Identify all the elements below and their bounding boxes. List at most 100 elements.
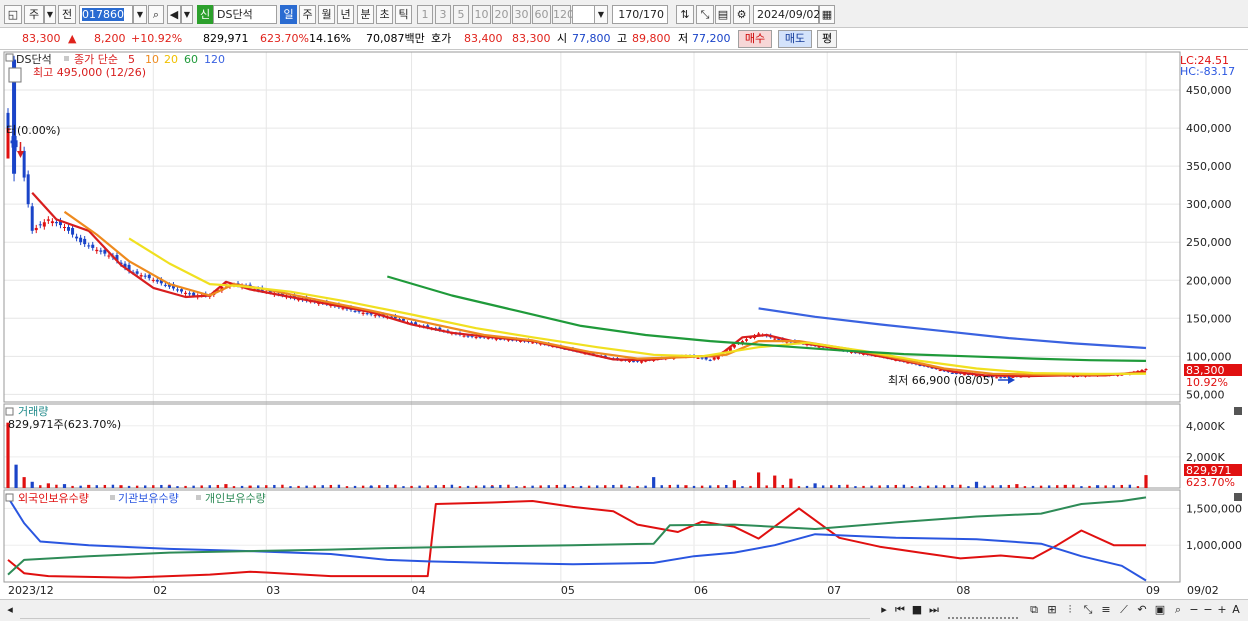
minute-option-30[interactable]: 30 xyxy=(512,5,531,24)
period-tick[interactable]: 틱 xyxy=(395,5,412,24)
period-day[interactable]: 일 xyxy=(280,5,297,24)
volume-bar xyxy=(676,484,680,488)
minute-option-10[interactable]: 10 xyxy=(472,5,491,24)
prev-button[interactable]: 전 xyxy=(58,5,76,24)
volume-bar xyxy=(144,485,147,488)
volume-bar xyxy=(563,484,567,488)
minute-option-3[interactable]: 3 xyxy=(435,5,451,24)
minute-option-60[interactable]: 60 xyxy=(532,5,551,24)
volume-bar xyxy=(402,486,405,488)
save-icon[interactable]: ▤ xyxy=(715,5,731,24)
candle-body xyxy=(26,174,30,205)
candle-body xyxy=(640,361,644,363)
candle-body xyxy=(631,361,635,363)
scroll-right-icon[interactable]: ▸ xyxy=(878,603,890,619)
bottom-scroll-bar: ◂ ▸ ⏮ ■ ⏭ ⧉ ⊞ ⫶ ⤡ ≡ ⟋ ↶ ▣ ⌕ − − + A xyxy=(0,599,1248,621)
buy-button[interactable]: 매수 xyxy=(738,30,772,48)
zoom-out-icon[interactable]: − xyxy=(1188,603,1200,619)
magnifier-icon[interactable]: ⌕ xyxy=(1170,603,1186,619)
fast-forward-icon[interactable]: ⏭ xyxy=(927,603,941,619)
period-minute[interactable]: 분 xyxy=(357,5,374,24)
volume-bar xyxy=(152,485,155,488)
layout-icon[interactable]: ◱ xyxy=(4,5,22,24)
volume-bar xyxy=(926,485,930,488)
minute-option-20[interactable]: 20 xyxy=(492,5,511,24)
stop-icon[interactable]: ■ xyxy=(910,603,924,619)
calendar-icon[interactable]: ▦ xyxy=(819,5,835,24)
copy-icon[interactable]: ⧉ xyxy=(1026,603,1042,619)
volume-bar xyxy=(482,485,486,488)
turnover-pct: 14.16% xyxy=(309,32,351,45)
image-icon[interactable]: ▣ xyxy=(1152,603,1168,619)
volume-bar xyxy=(46,483,50,488)
scroll-left-icon[interactable]: ◂ xyxy=(4,603,16,619)
trend-icon[interactable]: ⟋ xyxy=(1116,603,1132,619)
y-tick-label: 100,000 xyxy=(1186,350,1232,363)
x-tick-label: 06 xyxy=(694,584,708,597)
volume-bar xyxy=(756,472,761,488)
volume-bar xyxy=(967,486,970,488)
sell-button[interactable]: 매도 xyxy=(778,30,812,48)
scroll-track[interactable] xyxy=(20,603,870,619)
evaluation-button[interactable]: 평 xyxy=(817,30,837,48)
volume-bar xyxy=(426,485,429,488)
minute-option-120[interactable]: 120 xyxy=(552,5,574,24)
date-input[interactable]: 2024/09/02 xyxy=(753,5,820,24)
mode-selector[interactable]: 주 xyxy=(24,5,44,24)
volume-bar xyxy=(886,485,889,488)
zoom-slider[interactable] xyxy=(948,603,1018,619)
holders-close-icon[interactable] xyxy=(1234,493,1242,501)
stock-chart[interactable]: 2023/12 02 03 04 05 06 07 08 09 09/02 450,000 400,… xyxy=(0,50,1248,599)
candle-body xyxy=(462,335,466,337)
stock-code-input[interactable]: 017860 xyxy=(79,5,133,24)
quote-bar: 83,300 ▲ 8,200 +10.92% 829,971 623.70% 1… xyxy=(0,28,1248,50)
volume-bar xyxy=(1120,484,1123,488)
code-dropdown-icon[interactable]: ▼ xyxy=(133,5,147,24)
period-second[interactable]: 초 xyxy=(376,5,393,24)
rewind-icon[interactable]: ⏮ xyxy=(893,603,907,619)
period-year[interactable]: 년 xyxy=(337,5,354,24)
layout-grid-icon[interactable]: ⊞ xyxy=(1044,603,1060,619)
legend-ma-prefix: 종가 단순 xyxy=(74,53,118,66)
lines-icon[interactable]: ≡ xyxy=(1098,603,1114,619)
candle-body xyxy=(38,224,42,226)
mode-dropdown-icon[interactable]: ▼ xyxy=(44,5,56,24)
speaker-icon[interactable]: ◀ xyxy=(167,5,181,24)
bar-count-input[interactable]: 170/170 xyxy=(612,5,668,24)
zoom-in-icon[interactable]: + xyxy=(1216,603,1228,619)
candle-body xyxy=(184,292,188,294)
volume-bar xyxy=(119,485,123,488)
stock-name-field[interactable]: DS단석 xyxy=(213,5,277,24)
volume-bar xyxy=(135,485,139,488)
minute-option-1[interactable]: 1 xyxy=(417,5,433,24)
search-icon[interactable]: ⌕ xyxy=(148,5,164,24)
diagonal-icon[interactable]: ⤡ xyxy=(1080,603,1096,619)
volume-bar xyxy=(71,485,74,488)
compare-icon[interactable]: ⇅ xyxy=(676,5,694,24)
volume-bar xyxy=(959,484,962,488)
volume-close-icon[interactable] xyxy=(1234,407,1242,415)
ask-label: 호가 xyxy=(431,32,452,45)
volume-bar xyxy=(200,485,203,488)
candle-body xyxy=(773,338,777,340)
speaker-dropdown-icon[interactable]: ▼ xyxy=(181,5,193,24)
volume-bar xyxy=(1015,484,1019,488)
split-icon[interactable]: ⫶ xyxy=(1062,603,1078,619)
zoom-minus-icon[interactable]: − xyxy=(1202,603,1214,619)
period-month[interactable]: 월 xyxy=(318,5,335,24)
undo-icon[interactable]: ↶ xyxy=(1134,603,1150,619)
calendar-icon-chart[interactable] xyxy=(8,67,22,83)
auto-scale-icon[interactable]: A xyxy=(1230,603,1242,619)
draw-tool-icon[interactable]: ⤡ xyxy=(696,5,714,24)
custom-period-dropdown-icon[interactable]: ▼ xyxy=(594,5,608,24)
volume-bar xyxy=(846,484,849,488)
gear-icon[interactable]: ⚙ xyxy=(733,5,750,24)
period-week[interactable]: 주 xyxy=(299,5,316,24)
legend-ma-20: 20 xyxy=(164,53,178,66)
volume-bar xyxy=(103,484,107,488)
volume-bar xyxy=(95,485,98,488)
volume-bar xyxy=(595,485,599,488)
minute-option-5[interactable]: 5 xyxy=(453,5,469,24)
x-tick-label: 08 xyxy=(956,584,970,597)
volume-bar xyxy=(918,485,922,488)
